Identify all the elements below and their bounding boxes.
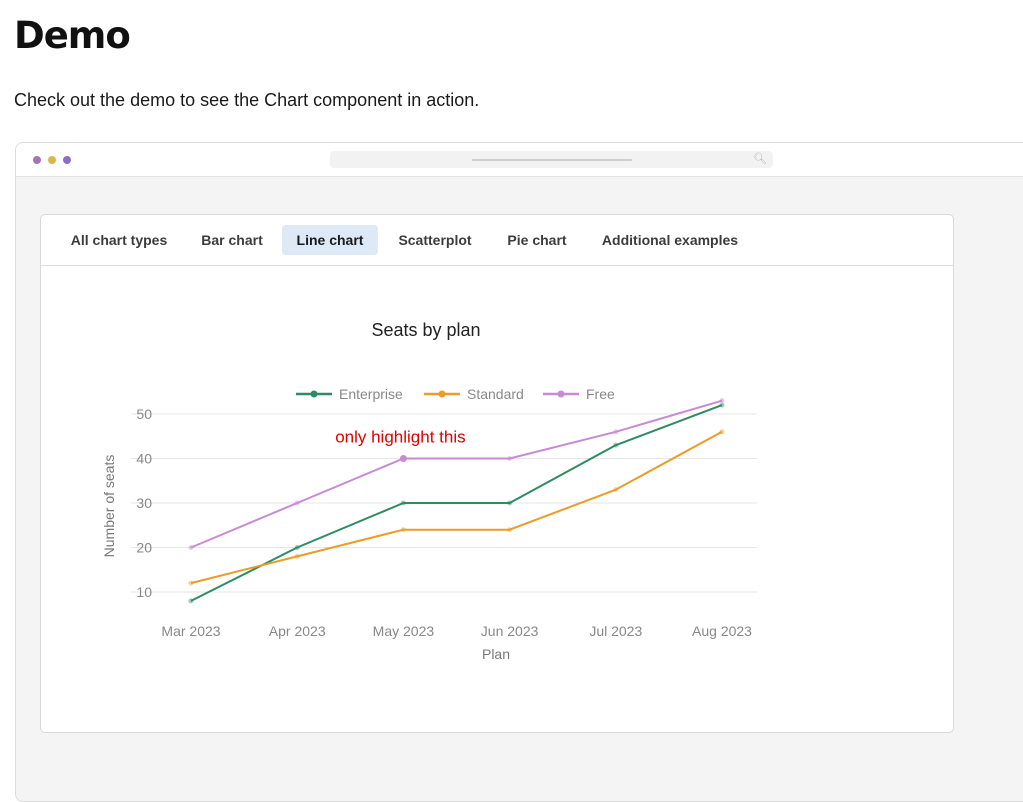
tab-line-chart[interactable]: Line chart bbox=[282, 225, 378, 255]
page-title: Demo bbox=[14, 14, 131, 57]
data-point-standard[interactable] bbox=[719, 429, 725, 435]
y-tick-label: 30 bbox=[136, 495, 152, 511]
x-tick-label: May 2023 bbox=[373, 623, 435, 639]
data-point-standard[interactable] bbox=[294, 553, 300, 559]
data-point-standard[interactable] bbox=[613, 487, 619, 493]
data-point-free[interactable] bbox=[188, 545, 194, 550]
legend-item-standard[interactable]: Standard bbox=[424, 386, 524, 402]
x-axis: Mar 2023 Apr 2023 May 2023 Jun 2023 Jul 2023… bbox=[161, 623, 752, 639]
legend-label: Standard bbox=[467, 386, 524, 402]
data-point-free[interactable] bbox=[719, 398, 725, 404]
tab-pie-chart[interactable]: Pie chart bbox=[497, 225, 577, 255]
legend-item-free[interactable]: Free bbox=[543, 386, 615, 402]
data-point-enterprise[interactable] bbox=[188, 598, 194, 604]
browser-frame: 🔍︎ All chart types Bar chart Line chart … bbox=[15, 142, 1023, 802]
data-point-free[interactable] bbox=[399, 455, 407, 462]
x-tick-label: Jun 2023 bbox=[481, 623, 539, 639]
y-axis-label: Number of seats bbox=[101, 455, 117, 558]
legend-marker bbox=[438, 390, 446, 398]
chart-title: Seats by plan bbox=[371, 320, 480, 340]
address-bar[interactable]: 🔍︎ bbox=[330, 151, 773, 168]
data-point-standard[interactable] bbox=[188, 580, 194, 586]
x-tick-label: Aug 2023 bbox=[692, 623, 752, 639]
data-point-free[interactable] bbox=[613, 429, 619, 435]
legend-marker bbox=[557, 390, 565, 398]
line-chart: Seats by plan Enterprise Standard Free 10 2… bbox=[101, 320, 757, 662]
data-point-enterprise[interactable] bbox=[507, 500, 513, 506]
legend-label: Enterprise bbox=[339, 386, 403, 402]
tab-additional-examples[interactable]: Additional examples bbox=[591, 225, 749, 255]
data-point-free[interactable] bbox=[507, 456, 513, 461]
data-point-standard[interactable] bbox=[507, 527, 513, 533]
x-tick-label: Jul 2023 bbox=[589, 623, 642, 639]
x-axis-label: Plan bbox=[482, 646, 510, 662]
browser-toolbar: 🔍︎ bbox=[16, 143, 1023, 177]
tab-all-chart-types[interactable]: All chart types bbox=[57, 225, 181, 255]
x-tick-label: Mar 2023 bbox=[161, 623, 220, 639]
y-tick-label: 40 bbox=[136, 451, 152, 467]
data-point-enterprise[interactable] bbox=[400, 500, 406, 506]
legend-label: Free bbox=[586, 386, 615, 402]
window-dot-violet bbox=[63, 156, 71, 164]
y-tick-label: 10 bbox=[136, 584, 152, 600]
data-point-enterprise[interactable] bbox=[719, 402, 725, 408]
search-icon: 🔍︎ bbox=[753, 153, 767, 165]
chart-tabs: All chart types Bar chart Line chart Sca… bbox=[41, 215, 953, 266]
y-axis: 10 20 30 40 50 bbox=[136, 406, 152, 600]
tab-scatterplot[interactable]: Scatterplot bbox=[388, 225, 482, 255]
demo-card: All chart types Bar chart Line chart Sca… bbox=[40, 214, 954, 733]
data-point-enterprise[interactable] bbox=[613, 442, 619, 448]
data-point-free[interactable] bbox=[294, 500, 300, 506]
window-dot-purple bbox=[33, 156, 41, 164]
intro-text: Check out the demo to see the Chart comp… bbox=[14, 90, 480, 110]
legend-item-enterprise[interactable]: Enterprise bbox=[296, 386, 403, 402]
tab-bar-chart[interactable]: Bar chart bbox=[191, 225, 273, 255]
y-tick-label: 20 bbox=[136, 540, 152, 556]
window-dot-yellow bbox=[48, 156, 56, 164]
x-tick-label: Apr 2023 bbox=[269, 623, 326, 639]
chart-legend: Enterprise Standard Free bbox=[296, 386, 615, 402]
y-tick-label: 50 bbox=[136, 406, 152, 422]
legend-marker bbox=[310, 390, 318, 398]
address-placeholder-line bbox=[472, 159, 632, 161]
data-point-enterprise[interactable] bbox=[294, 545, 300, 550]
data-point-standard[interactable] bbox=[400, 527, 406, 533]
chart-annotation: only highlight this bbox=[335, 428, 465, 447]
